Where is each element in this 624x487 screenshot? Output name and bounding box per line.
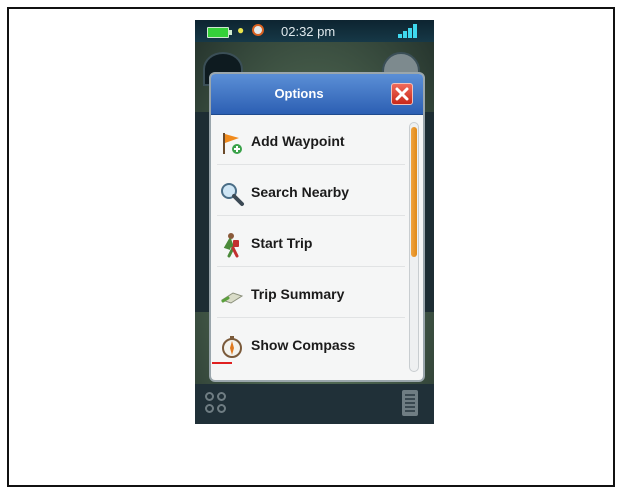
- menu-item-show-compass[interactable]: Show Compass: [217, 322, 405, 368]
- dialog-title: Options: [274, 86, 324, 101]
- menu-scrollbar[interactable]: [409, 122, 419, 372]
- flag-add-icon: [223, 133, 242, 154]
- hiker-icon: [223, 233, 239, 258]
- compass-icon: [222, 336, 242, 358]
- menu-item-label: Add Waypoint: [251, 133, 345, 149]
- menu-item-label: Search Nearby: [251, 184, 350, 200]
- apps-icon: [205, 392, 214, 401]
- menu-item-search-nearby[interactable]: Search Nearby: [217, 169, 405, 216]
- dialog-header: Options: [211, 74, 423, 115]
- status-bar: ● 02:32 pm: [195, 20, 434, 42]
- light-icon: ●: [237, 23, 245, 37]
- menu-item-label: Show Compass: [251, 337, 356, 353]
- magnifier-icon: [221, 183, 244, 206]
- signal-icon: [398, 24, 422, 38]
- annotation-underline: [212, 362, 232, 364]
- options-dialog: Options Add Waypoint Search Nearby Start…: [209, 72, 425, 382]
- menu-item-add-waypoint[interactable]: Add Waypoint: [217, 118, 405, 165]
- status-time: 02:32 pm: [281, 24, 336, 39]
- apps-button[interactable]: [205, 392, 229, 416]
- menu-item-label: Start Trip: [251, 235, 313, 251]
- battery-icon: [207, 27, 232, 38]
- menu-item-label: Trip Summary: [251, 286, 345, 302]
- menu-item-trip-summary[interactable]: Trip Summary: [217, 271, 405, 318]
- close-icon: [395, 87, 409, 101]
- gps-icon: [252, 24, 264, 36]
- list-button[interactable]: [402, 390, 418, 416]
- bottom-toolbar: [195, 384, 434, 424]
- trip-summary-icon: [220, 292, 244, 304]
- scroll-thumb[interactable]: [411, 127, 417, 257]
- options-menu: Add Waypoint Search Nearby Start Trip Tr…: [211, 118, 407, 376]
- close-button[interactable]: [391, 83, 413, 105]
- menu-item-start-trip[interactable]: Start Trip: [217, 220, 405, 267]
